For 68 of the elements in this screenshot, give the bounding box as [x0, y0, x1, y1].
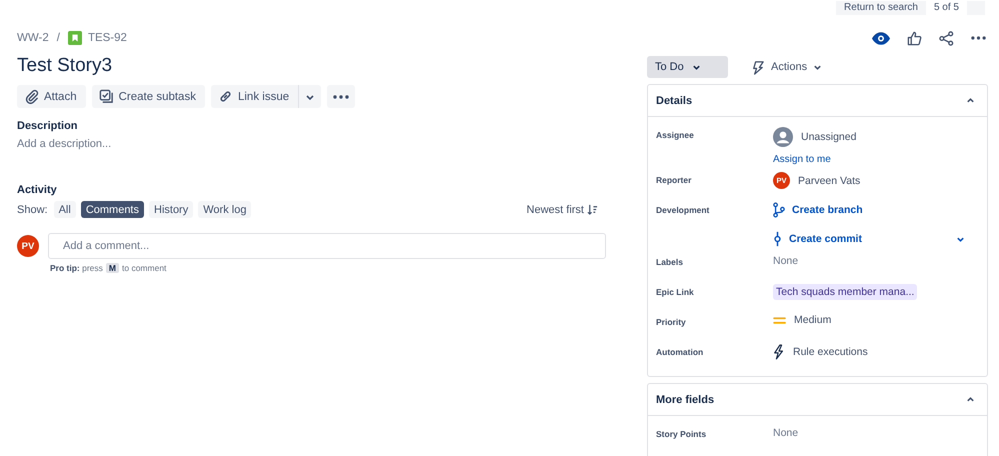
more-icon[interactable]: [971, 36, 986, 40]
field-label: Story Points: [656, 428, 708, 439]
field-value: Parveen Vats: [798, 174, 860, 186]
sort-button[interactable]: Newest first: [526, 204, 606, 216]
link-dropdown-button[interactable]: [299, 85, 322, 108]
paperclip-icon: [24, 89, 39, 104]
thumbs-up-icon[interactable]: [907, 30, 922, 46]
field-value: Medium: [794, 314, 832, 326]
return-to-search-button[interactable]: Return to search: [836, 0, 926, 14]
field-value: None: [773, 254, 800, 267]
keyboard-key: M: [106, 263, 119, 273]
equals-icon: [773, 316, 786, 324]
link-icon: [218, 89, 233, 104]
breadcrumb-link[interactable]: TES-92: [88, 32, 127, 44]
branch-icon: [773, 202, 785, 218]
status-dropdown[interactable]: To Do: [647, 56, 728, 78]
toolbar-button[interactable]: Link issue: [210, 85, 300, 108]
field-value: Unassigned: [801, 131, 856, 143]
checkbox-stack-icon: [98, 89, 114, 104]
chevron-down-icon: [692, 62, 701, 72]
field-label: Priority: [656, 316, 687, 327]
comment-field[interactable]: Add a comment...: [48, 233, 606, 259]
toolbar-button[interactable]: Create subtask: [92, 85, 205, 108]
user-silhouette-icon: [773, 127, 793, 147]
lightning-icon: [773, 344, 785, 360]
toolbar-button[interactable]: Attach: [17, 85, 86, 108]
show-label: Show:: [17, 204, 48, 216]
filter-tab[interactable]: History: [149, 201, 194, 218]
activity-heading: Activity: [17, 184, 58, 196]
field-label: Assignee: [656, 129, 695, 140]
filter-tab[interactable]: All: [54, 201, 76, 218]
field-label: Reporter: [656, 174, 692, 185]
create-commit-link[interactable]: Create commit: [773, 231, 862, 247]
issue-counter: 5 of 5: [934, 2, 959, 13]
user-avatar: PV: [17, 235, 39, 257]
description-heading: Description: [17, 120, 79, 132]
share-icon[interactable]: [939, 30, 954, 46]
bookmark-icon: [68, 31, 82, 45]
sort-icon: [587, 204, 598, 215]
breadcrumb-link[interactable]: WW-2: [17, 32, 49, 44]
commit-icon: [773, 231, 782, 247]
filter-tab[interactable]: Work log: [198, 201, 252, 218]
epic-tag[interactable]: Tech squads member mana...: [773, 284, 918, 300]
actions-dropdown[interactable]: Actions: [744, 58, 828, 76]
field-label: Development: [656, 204, 710, 215]
create-branch-link[interactable]: Create branch: [773, 202, 979, 218]
more-button[interactable]: [327, 85, 356, 108]
field-label: Labels: [656, 256, 684, 267]
assign-link[interactable]: Assign to me: [773, 154, 979, 165]
chevron-icon[interactable]: [966, 96, 975, 105]
breadcrumb-separator: /: [56, 32, 60, 44]
more-icon: [333, 94, 350, 98]
pro-tip-text: to comment: [122, 263, 166, 273]
panel-title: Details: [656, 94, 692, 106]
issue-title: Test Story3: [17, 55, 114, 77]
field-value: Rule executions: [793, 346, 868, 358]
chevron-down-icon[interactable]: [956, 234, 965, 244]
pro-tip-text: Pro tip: press: [50, 263, 103, 273]
chevron-down-icon: [813, 62, 822, 72]
field-label: Automation: [656, 346, 704, 357]
eye-icon[interactable]: [872, 32, 890, 44]
chevron-icon[interactable]: [966, 395, 975, 404]
field-label: Epic Link: [656, 286, 695, 297]
panel-title: More fields: [656, 394, 714, 406]
lightning-icon: [750, 60, 765, 74]
filter-tab[interactable]: Comments: [80, 201, 144, 218]
description-field[interactable]: Add a description...: [17, 138, 606, 150]
field-value: None: [773, 426, 800, 439]
